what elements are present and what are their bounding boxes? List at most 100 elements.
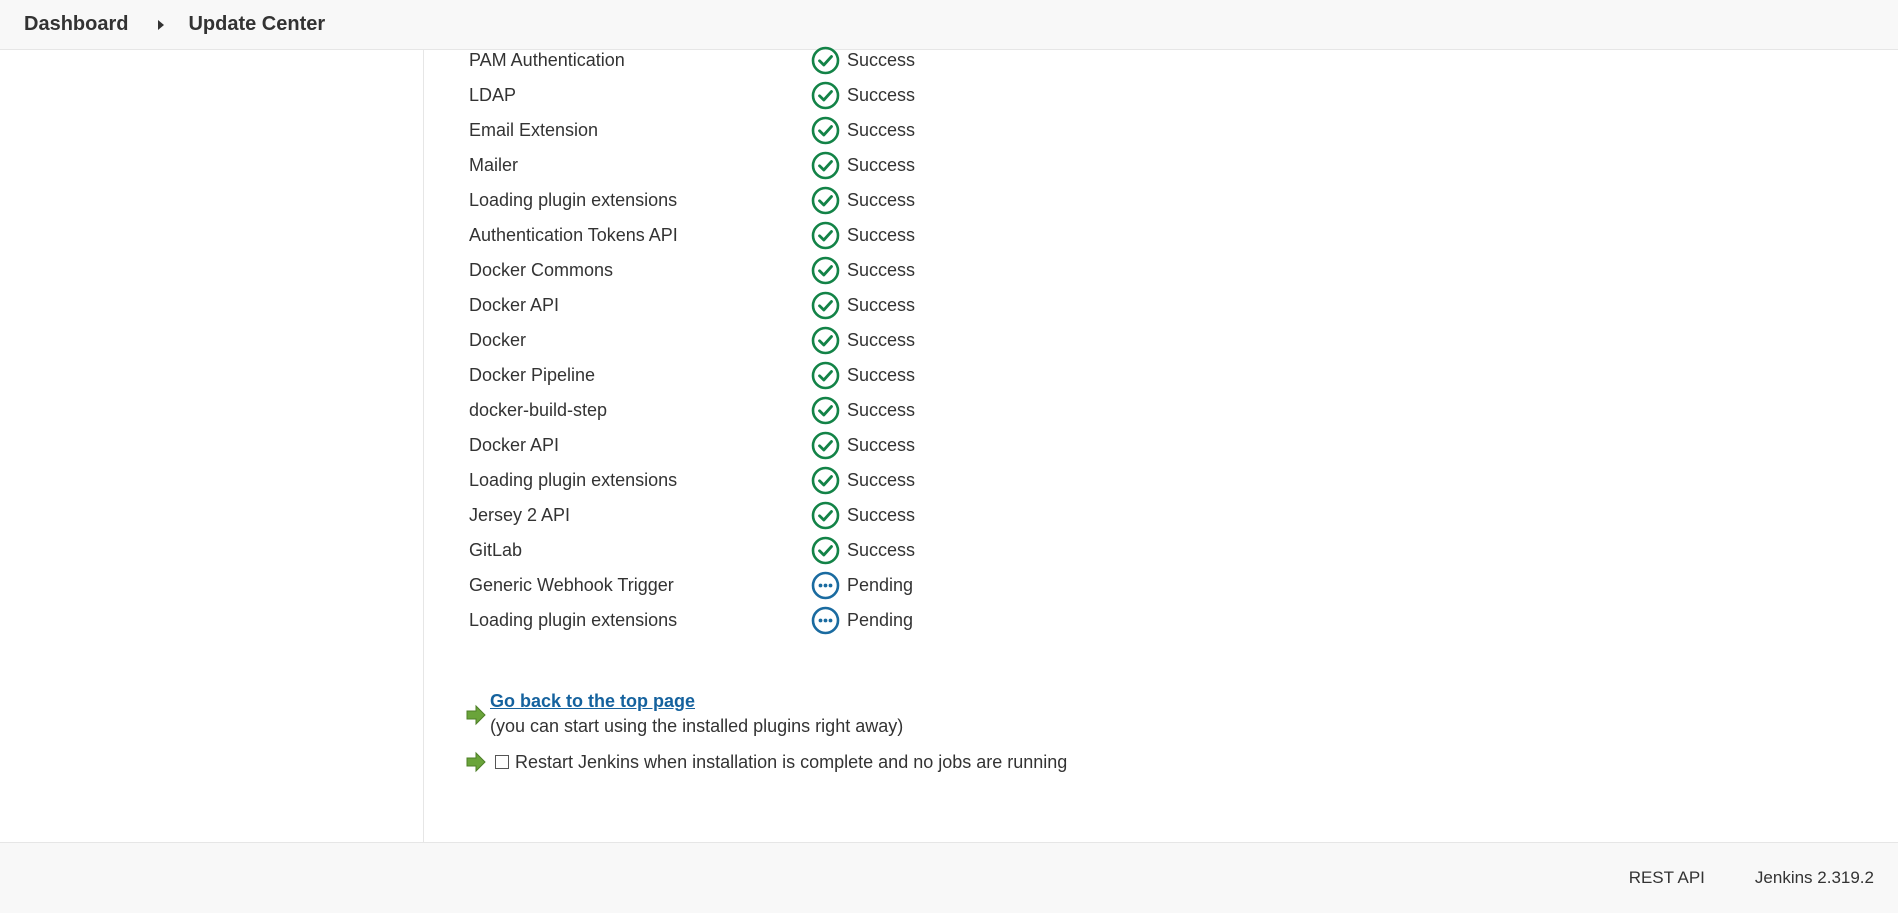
- status-label: Success: [847, 295, 916, 315]
- plugin-name: Docker API: [469, 295, 560, 315]
- status-wrap: Pending: [811, 571, 915, 600]
- table-row: Docker Pipeline Success: [469, 358, 915, 393]
- check-circle-icon: [811, 501, 840, 530]
- plugin-status: Pending: [811, 603, 915, 638]
- plugin-name: docker-build-step: [469, 400, 608, 420]
- status-label: Success: [847, 330, 916, 350]
- plugin-status: Success: [811, 463, 915, 498]
- table-row: Docker Commons Success: [469, 253, 915, 288]
- chevron-right-icon: [158, 19, 165, 30]
- table-row: Loading plugin extensions Success: [469, 183, 915, 218]
- plugin-status: Success: [811, 253, 915, 288]
- plugin-status: Success: [811, 428, 915, 463]
- check-circle-icon: [811, 116, 840, 145]
- check-circle-icon: [811, 291, 840, 320]
- table-row: Email Extension Success: [469, 113, 915, 148]
- plugin-name: Docker Commons: [469, 260, 614, 280]
- breadcrumb-bar: Dashboard Update Center: [0, 0, 1898, 50]
- status-wrap: Success: [811, 431, 915, 460]
- plugin-status: Success: [811, 148, 915, 183]
- plugin-status: Pending: [811, 568, 915, 603]
- plugin-status: Success: [811, 323, 915, 358]
- table-row: LDAP Success: [469, 78, 915, 113]
- plugin-name: Jersey 2 API: [469, 505, 571, 525]
- status-label: Success: [847, 120, 916, 140]
- restart-checkbox[interactable]: [495, 755, 509, 769]
- plugin-name: Loading plugin extensions: [469, 190, 678, 210]
- check-circle-icon: [811, 221, 840, 250]
- main-panel: PAM Authentication Success LDAP Success Emai…: [469, 43, 915, 638]
- plugin-status: Success: [811, 358, 915, 393]
- plugin-name: Generic Webhook Trigger: [469, 575, 674, 595]
- table-row: Jersey 2 API Success: [469, 498, 915, 533]
- check-circle-icon: [811, 81, 840, 110]
- plugin-name: Authentication Tokens API: [469, 225, 678, 245]
- plugin-status: Success: [811, 393, 915, 428]
- plugin-name: GitLab: [469, 540, 523, 560]
- status-label: Success: [847, 190, 916, 210]
- ellipsis-circle-icon: [811, 571, 840, 600]
- plugin-name: Docker Pipeline: [469, 365, 596, 385]
- plugin-name: Mailer: [469, 155, 519, 175]
- plugin-status: Success: [811, 533, 915, 568]
- status-wrap: Success: [811, 221, 915, 250]
- check-circle-icon: [811, 256, 840, 285]
- go-back-top-page-link[interactable]: Go back to the top page: [490, 691, 903, 712]
- table-row: Docker API Success: [469, 288, 915, 323]
- green-arrow-icon: [466, 751, 486, 773]
- check-circle-icon: [811, 326, 840, 355]
- table-row: docker-build-step Success: [469, 393, 915, 428]
- check-circle-icon: [811, 466, 840, 495]
- check-circle-icon: [811, 396, 840, 425]
- table-row: Authentication Tokens API Success: [469, 218, 915, 253]
- breadcrumb-update-center[interactable]: Update Center: [188, 13, 325, 36]
- plugin-status: Success: [811, 113, 915, 148]
- status-label: Success: [847, 505, 916, 525]
- status-wrap: Success: [811, 116, 915, 145]
- table-row: Mailer Success: [469, 148, 915, 183]
- plugin-name: LDAP: [469, 85, 517, 105]
- check-circle-icon: [811, 151, 840, 180]
- footer: REST API Jenkins 2.319.2: [0, 842, 1898, 913]
- table-row: Docker API Success: [469, 428, 915, 463]
- table-row: GitLab Success: [469, 533, 915, 568]
- side-panel: [0, 50, 424, 842]
- status-wrap: Success: [811, 466, 915, 495]
- status-wrap: Success: [811, 256, 915, 285]
- top-page-action: Go back to the top page (you can start u…: [465, 691, 1067, 737]
- breadcrumb-dashboard[interactable]: Dashboard: [24, 13, 128, 36]
- status-wrap: Success: [811, 501, 915, 530]
- status-label: Pending: [847, 575, 914, 595]
- status-label: Success: [847, 225, 916, 245]
- status-label: Success: [847, 85, 916, 105]
- top-page-hint: (you can start using the installed plugi…: [490, 716, 904, 736]
- status-label: Success: [847, 260, 916, 280]
- jenkins-version[interactable]: Jenkins 2.319.2: [1755, 868, 1874, 888]
- plugin-name: Email Extension: [469, 120, 599, 140]
- check-circle-icon: [811, 361, 840, 390]
- status-label: Success: [847, 155, 916, 175]
- status-wrap: Success: [811, 361, 915, 390]
- table-row: Loading plugin extensions Success: [469, 463, 915, 498]
- post-install-actions: Go back to the top page (you can start u…: [465, 691, 1067, 773]
- status-label: Pending: [847, 610, 914, 630]
- status-wrap: Success: [811, 326, 915, 355]
- table-row: Loading plugin extensions Pending: [469, 603, 915, 638]
- status-label: Success: [847, 470, 916, 490]
- install-status-body: PAM Authentication Success LDAP Success Emai…: [469, 43, 915, 638]
- restart-label[interactable]: Restart Jenkins when installation is com…: [515, 752, 1067, 773]
- top-page-text: Go back to the top page (you can start u…: [490, 691, 904, 737]
- rest-api-link[interactable]: REST API: [1629, 868, 1705, 888]
- plugin-status: Success: [811, 43, 915, 78]
- plugin-name: Docker API: [469, 435, 560, 455]
- status-wrap: Success: [811, 151, 915, 180]
- ellipsis-circle-icon: [811, 606, 840, 635]
- green-arrow-icon: [466, 704, 486, 726]
- install-status-table: PAM Authentication Success LDAP Success Emai…: [469, 43, 915, 638]
- plugin-status: Success: [811, 288, 915, 323]
- check-circle-icon: [811, 46, 840, 75]
- plugin-status: Success: [811, 498, 915, 533]
- status-wrap: Success: [811, 46, 915, 75]
- plugin-status: Success: [811, 218, 915, 253]
- restart-action: Restart Jenkins when installation is com…: [465, 751, 1067, 773]
